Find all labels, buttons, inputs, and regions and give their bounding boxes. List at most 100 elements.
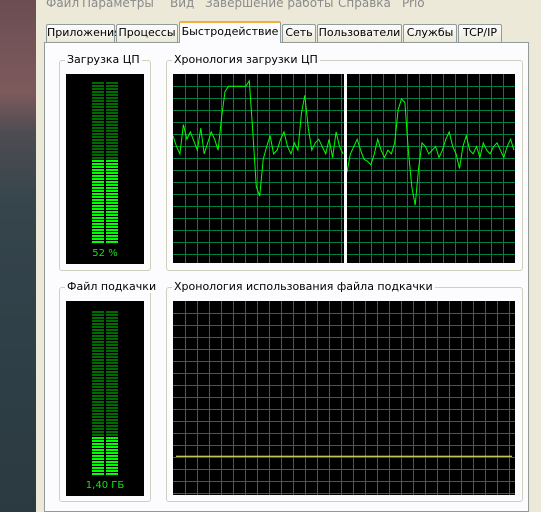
pagefile-meter-segment bbox=[92, 356, 104, 358]
pagefile-meter-segment bbox=[106, 317, 118, 319]
cpu-meter-segment bbox=[106, 208, 118, 210]
pagefile-meter-segment bbox=[106, 383, 118, 385]
cpu-meter-segment bbox=[92, 103, 104, 105]
pagefile-meter-segment bbox=[106, 380, 118, 382]
cpu-meter-segment bbox=[106, 82, 118, 84]
pagefile-meter-segment bbox=[92, 359, 104, 361]
cpu-meter-segment bbox=[106, 241, 118, 243]
cpu-meter-segment bbox=[92, 172, 104, 174]
pagefile-meter-segment bbox=[92, 377, 104, 379]
tab-network[interactable]: Сеть bbox=[282, 24, 316, 42]
cpu-meter-segment bbox=[92, 139, 104, 141]
cpu-meter-segment bbox=[92, 241, 104, 243]
cpu-meter-segment bbox=[106, 220, 118, 222]
cpu-meter-segment bbox=[92, 154, 104, 156]
pagefile-meter-segment bbox=[92, 341, 104, 343]
menu-prio[interactable]: Prio bbox=[402, 0, 425, 10]
cpu-meter-segment bbox=[92, 235, 104, 237]
pagefile-title: Файл подкачки bbox=[65, 280, 159, 293]
cpu-usage-value: 52 % bbox=[92, 248, 118, 259]
pagefile-meter-segment bbox=[92, 395, 104, 397]
pagefile-meter-segment bbox=[106, 452, 118, 454]
pagefile-meter-segment bbox=[92, 362, 104, 364]
pagefile-meter-segment bbox=[106, 410, 118, 412]
tab-users[interactable]: Пользователи bbox=[317, 24, 402, 42]
tab-tcpip[interactable]: TCP/IP bbox=[458, 24, 502, 42]
pagefile-meter-segment bbox=[106, 341, 118, 343]
pagefile-meter-segment bbox=[92, 335, 104, 337]
cpu-meter-segment bbox=[92, 175, 104, 177]
tab-services[interactable]: Службы bbox=[403, 24, 457, 42]
pagefile-meter-segment bbox=[92, 428, 104, 430]
cpu-meter-segment bbox=[92, 106, 104, 108]
cpu-meter-segment bbox=[106, 163, 118, 165]
pagefile-meter-segment bbox=[92, 422, 104, 424]
cpu-meter-segment bbox=[106, 136, 118, 138]
cpu-meter-segment bbox=[106, 169, 118, 171]
cpu-meter-segment bbox=[92, 157, 104, 159]
cpu-meter-segment bbox=[106, 166, 118, 168]
cpu-meter-segment bbox=[92, 94, 104, 96]
pagefile-meter-segment bbox=[92, 431, 104, 433]
pagefile-meter-segment bbox=[92, 473, 104, 475]
pagefile-group: Файл подкачки 1,40 ГБ bbox=[59, 280, 159, 502]
pagefile-meter-segment bbox=[92, 398, 104, 400]
cpu-meter-segment bbox=[106, 226, 118, 228]
cpu-meter-segment bbox=[92, 85, 104, 87]
pagefile-meter-segment bbox=[106, 374, 118, 376]
cpu-history-title: Хронология загрузки ЦП bbox=[172, 53, 320, 66]
cpu-meter-segment bbox=[92, 109, 104, 111]
pagefile-meter-segment bbox=[92, 392, 104, 394]
pagefile-meter-segment bbox=[106, 359, 118, 361]
pagefile-meter-segment bbox=[92, 446, 104, 448]
pagefile-meter-segment bbox=[92, 401, 104, 403]
cpu-meter-segment bbox=[92, 184, 104, 186]
pagefile-meter-segment bbox=[92, 464, 104, 466]
cpu-usage-group: Загрузка ЦП 52 % bbox=[59, 53, 151, 271]
tab-applications[interactable]: Приложения bbox=[46, 24, 121, 42]
pagefile-meter-segment bbox=[106, 458, 118, 460]
pagefile-meter-segment bbox=[106, 404, 118, 406]
cpu-meter-segment bbox=[106, 91, 118, 93]
pagefile-meter-segment bbox=[106, 398, 118, 400]
cpu-history-group: Хронология загрузки ЦП bbox=[166, 53, 523, 271]
pagefile-bar bbox=[92, 311, 118, 475]
cpu-meter-segment bbox=[92, 190, 104, 192]
pagefile-meter-segment bbox=[106, 461, 118, 463]
pagefile-meter-segment bbox=[92, 380, 104, 382]
cpu-meter-segment bbox=[106, 175, 118, 177]
pagefile-meter-segment bbox=[106, 434, 118, 436]
cpu-core2-series bbox=[347, 98, 515, 206]
pagefile-meter-segment bbox=[106, 428, 118, 430]
pagefile-meter-segment bbox=[92, 347, 104, 349]
tab-performance[interactable]: Быстродействие bbox=[179, 21, 281, 43]
pagefile-meter-segment bbox=[106, 347, 118, 349]
pagefile-meter-segment bbox=[106, 377, 118, 379]
tab-processes[interactable]: Процессы bbox=[116, 24, 178, 42]
pagefile-history-line bbox=[173, 301, 515, 495]
menu-help[interactable]: Справка bbox=[338, 0, 391, 10]
pagefile-meter-segment bbox=[92, 452, 104, 454]
cpu-meter-segment bbox=[106, 190, 118, 192]
menu-file[interactable]: Файл bbox=[46, 0, 79, 10]
pagefile-meter-segment bbox=[92, 374, 104, 376]
cpu-meter-segment bbox=[106, 184, 118, 186]
cpu-meter-segment bbox=[106, 118, 118, 120]
cpu-meter-segment bbox=[92, 211, 104, 213]
pagefile-meter-segment bbox=[92, 410, 104, 412]
pagefile-meter: 1,40 ГБ bbox=[66, 301, 144, 496]
cpu-meter-segment bbox=[106, 235, 118, 237]
performance-panel: Загрузка ЦП 52 % Хронология загрузки ЦП … bbox=[44, 42, 529, 512]
task-manager-window: Файл Параметры Вид Завершение работы Спр… bbox=[36, 0, 541, 512]
pagefile-history-title: Хронология использования файла подкачки bbox=[172, 280, 435, 293]
pagefile-meter-segment bbox=[106, 329, 118, 331]
cpu-meter-segment bbox=[106, 127, 118, 129]
cpu-meter-segment bbox=[106, 151, 118, 153]
pagefile-meter-segment bbox=[106, 332, 118, 334]
cpu-meter-segment bbox=[92, 208, 104, 210]
menu-view[interactable]: Вид bbox=[170, 0, 194, 10]
menu-options[interactable]: Параметры bbox=[82, 0, 154, 10]
pagefile-meter-segment bbox=[92, 311, 104, 313]
cpu-meter-segment bbox=[106, 109, 118, 111]
menu-shutdown[interactable]: Завершение работы bbox=[205, 0, 334, 10]
